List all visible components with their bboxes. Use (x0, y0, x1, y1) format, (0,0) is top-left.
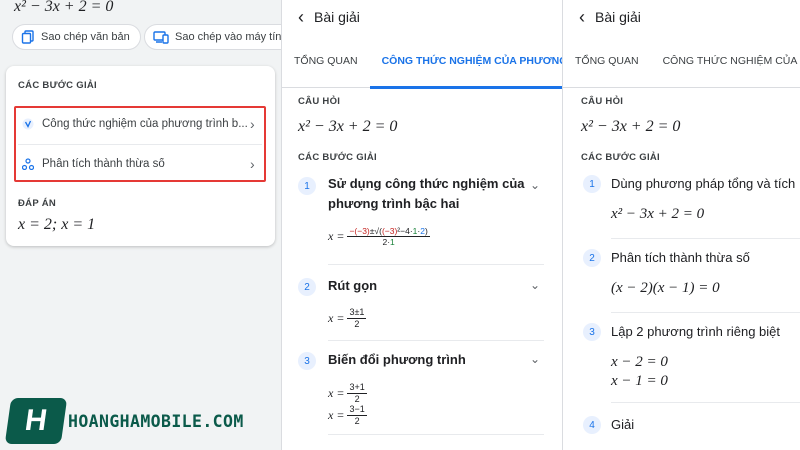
tab-overview[interactable]: TỔNG QUAN (282, 34, 370, 88)
steps-heading: CÁC BƯỚC GIẢI (298, 152, 377, 163)
copy-text-label: Sao chép văn bản (41, 31, 130, 43)
brand-name: HOANGHAMOBILE.COM (68, 411, 244, 431)
solution-detail-panel-formula: ‹ Bài giải TỔNG QUAN CÔNG THỨC NGHIỆM CỦ… (281, 0, 562, 450)
divider (328, 434, 544, 435)
step-formula: x = −(−3)±√((−3)²−4·1·2) 2·1 (328, 226, 430, 247)
answer-heading: ĐÁP ÁN (18, 198, 57, 209)
divider (328, 264, 544, 265)
steps-heading: CÁC BƯỚC GIẢI (581, 152, 660, 163)
divider (611, 238, 800, 239)
question-heading: CÂU HỎI (298, 96, 341, 107)
step-number: 3 (298, 352, 316, 370)
divider (611, 312, 800, 313)
question-heading: CÂU HỎI (581, 96, 624, 107)
step-title[interactable]: Giải (611, 415, 634, 435)
app-header: ‹ Bài giải (563, 0, 800, 34)
steps-heading: CÁC BƯỚC GIẢI (18, 80, 97, 91)
step-number: 1 (583, 175, 601, 193)
step-equation: x − 1 = 0 (611, 373, 668, 389)
step-title[interactable]: Sử dụng công thức nghiệm của phương trìn… (328, 174, 528, 214)
step-number: 2 (583, 249, 601, 267)
step-equation: x − 2 = 0 (611, 354, 668, 370)
step-number: 1 (298, 177, 316, 195)
highlight-box (14, 106, 266, 182)
answer-value: x = 2; x = 1 (18, 216, 96, 233)
step-equation: (x − 2)(x − 1) = 0 (611, 280, 720, 296)
tab-overview[interactable]: TỔNG QUAN (563, 34, 651, 88)
step-number: 2 (298, 278, 316, 296)
page-title: Bài giải (595, 9, 641, 25)
solution-detail-panel-factoring: ‹ Bài giải TỔNG QUAN CÔNG THỨC NGHIỆM CỦ… (562, 0, 800, 450)
solution-steps-card: CÁC BƯỚC GIẢI Công thức nghiệm của phươn… (6, 66, 275, 246)
question-equation: x² − 3x + 2 = 0 (298, 118, 398, 135)
step-formula: x = 3±1 2 (328, 307, 367, 329)
page-title: Bài giải (314, 9, 360, 25)
brand-logo: H HOANGHAMOBILE.COM (4, 398, 244, 444)
tab-quadratic-formula[interactable]: CÔNG THỨC NGHIỆM CỦA PHƯƠNG TRÌNH (369, 34, 562, 89)
divider (611, 402, 800, 403)
step-title[interactable]: Lập 2 phương trình riêng biệt (611, 322, 780, 342)
app-header: ‹ Bài giải (282, 0, 562, 34)
step-number: 4 (583, 416, 601, 434)
equation-display: x² − 3x + 2 = 0 (14, 0, 114, 15)
step-title[interactable]: Biến đổi phương trình (328, 350, 466, 370)
tab-quadratic-formula[interactable]: CÔNG THỨC NGHIỆM CỦA PHƯƠNG TRÌNH (651, 34, 800, 88)
step-formula: x = 3−1 2 (328, 404, 367, 426)
computer-icon (153, 31, 169, 44)
result-summary-panel: x² − 3x + 2 = 0 Sao chép văn bản Sao ché… (0, 0, 281, 450)
copy-icon (21, 30, 34, 44)
copy-to-computer-label: Sao chép vào máy tính (175, 31, 281, 43)
step-equation: x² − 3x + 2 = 0 (611, 206, 705, 222)
step-number: 3 (583, 323, 601, 341)
chevron-down-icon[interactable]: ⌄ (530, 178, 540, 192)
copy-to-computer-button[interactable]: Sao chép vào máy tính (144, 24, 281, 50)
chevron-down-icon[interactable]: ⌄ (530, 352, 540, 366)
back-arrow-icon[interactable]: ‹ (298, 8, 304, 26)
back-arrow-icon[interactable]: ‹ (579, 8, 585, 26)
tab-bar: TỔNG QUAN CÔNG THỨC NGHIỆM CỦA PHƯƠNG TR… (282, 34, 562, 89)
chevron-down-icon[interactable]: ⌄ (530, 278, 540, 292)
step-title[interactable]: Phân tích thành thừa số (611, 248, 750, 268)
step-title[interactable]: Dùng phương pháp tổng và tích (611, 174, 795, 194)
question-equation: x² − 3x + 2 = 0 (581, 118, 681, 135)
step-title[interactable]: Rút gọn (328, 276, 377, 296)
brand-logo-mark: H (4, 398, 68, 444)
tab-bar: TỔNG QUAN CÔNG THỨC NGHIỆM CỦA PHƯƠNG TR… (563, 34, 800, 88)
copy-text-button[interactable]: Sao chép văn bản (12, 24, 141, 50)
step-formula: x = 3+1 2 (328, 382, 367, 404)
divider (328, 340, 544, 341)
